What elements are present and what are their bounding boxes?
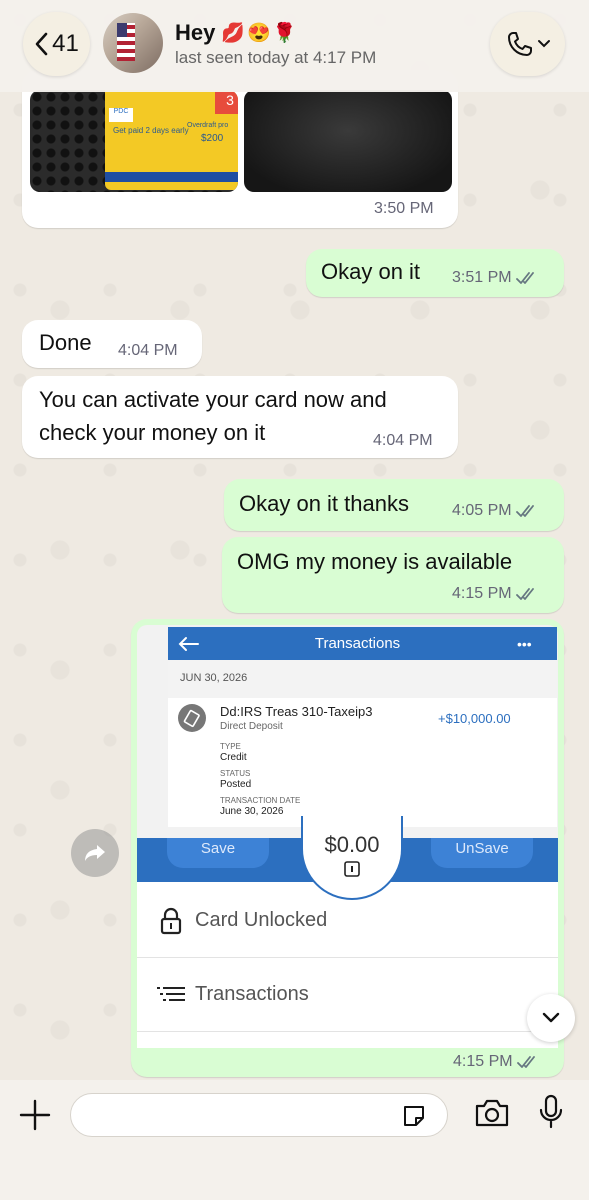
date-value: June 30, 2026 [220, 806, 284, 817]
transactions-row[interactable]: Transactions [137, 958, 558, 1032]
forward-icon [85, 845, 105, 861]
chat-header: 41 Hey 💋😍🌹 last seen today at 4:17 PM [0, 0, 589, 92]
message-bubble-outgoing[interactable]: OMG my money is available 4:15 PM [222, 537, 564, 613]
message-text: Okay on it thanks [239, 491, 409, 516]
save-pill: Save [167, 838, 269, 868]
last-seen-status: last seen today at 4:17 PM [175, 48, 377, 67]
scroll-to-bottom-button[interactable] [527, 994, 575, 1042]
phone-icon [507, 32, 532, 56]
status-label: STATUS [220, 769, 251, 778]
message-bubble-outgoing[interactable]: Okay on it thanks 4:05 PM [224, 479, 564, 531]
plus-icon [19, 1099, 51, 1131]
message-text-line-1: You can activate your card now and [39, 387, 387, 412]
type-label: TYPE [220, 742, 241, 751]
more-icon: ••• [517, 635, 532, 652]
double-check-icon [515, 588, 534, 600]
message-text: Done [39, 330, 92, 355]
message-bubble-incoming[interactable]: You can activate your card now and check… [22, 376, 458, 458]
txn-amount: +$10,000.00 [438, 711, 511, 726]
message-input[interactable] [70, 1093, 448, 1137]
date-header: JUN 30, 2026 [168, 660, 557, 698]
message-text: Okay on it [321, 259, 421, 284]
double-check-icon [516, 1056, 535, 1068]
card-paid-early: Get paid 2 days early [113, 126, 189, 135]
voice-button[interactable] [538, 1094, 564, 1135]
camera-icon [475, 1099, 509, 1127]
contact-emojis: 💋😍🌹 [221, 23, 299, 44]
chevron-down-icon [537, 40, 550, 48]
bank-title-bar: Transactions ••• [168, 627, 557, 660]
contact-name[interactable]: Hey 💋😍🌹 [175, 20, 298, 46]
card-unlocked-label: Card Unlocked [195, 909, 328, 931]
message-meta: 3:51 PM [452, 269, 538, 287]
card-strip [105, 172, 238, 182]
transactions-label: Transactions [195, 983, 309, 1005]
bank-title: Transactions [314, 635, 401, 652]
type-value: Credit [220, 752, 247, 763]
contact-name-text: Hey [175, 20, 216, 45]
chevron-down-icon [542, 1012, 560, 1023]
card-badge: 3 [215, 92, 238, 114]
card-overdraft: Overdraft pro [187, 122, 229, 129]
unsave-pill: UnSave [431, 838, 533, 868]
card-overdraft-amount: $200 [201, 133, 224, 144]
forward-button[interactable] [71, 829, 119, 877]
lock-small-icon [344, 861, 360, 877]
avatar[interactable] [103, 13, 163, 73]
attach-button[interactable] [18, 1098, 52, 1132]
message-time: 3:51 PM [452, 269, 512, 286]
date-label: TRANSACTION DATE [220, 796, 301, 805]
microphone-icon [539, 1094, 563, 1129]
message-time: 4:04 PM [373, 432, 433, 449]
message-time: 3:50 PM [374, 200, 434, 217]
sticker-icon[interactable] [401, 1103, 427, 1129]
txn-sub: Direct Deposit [220, 721, 283, 732]
message-meta: 4:05 PM [452, 502, 538, 520]
message-bubble-outgoing[interactable]: Okay on it 3:51 PM [306, 249, 564, 297]
double-check-icon [515, 505, 534, 517]
chevron-left-icon [35, 32, 48, 56]
message-time: 4:04 PM [118, 342, 178, 359]
photo-dark[interactable] [244, 90, 452, 192]
message-bubble-incoming[interactable]: Done 4:04 PM [22, 320, 202, 368]
message-text-line-2: check your money on it [39, 420, 266, 445]
call-button[interactable] [490, 12, 565, 76]
lock-icon [160, 907, 182, 934]
message-time: 4:15 PM [452, 585, 512, 602]
card-brand: PDC [109, 108, 133, 122]
balance-amount: $0.00 [324, 832, 380, 857]
deposit-icon [178, 704, 206, 732]
message-time: 4:05 PM [452, 502, 512, 519]
status-value: Posted [220, 779, 252, 790]
txn-name: Dd:IRS Treas 310-Taxeip3 [220, 704, 373, 719]
double-check-icon [515, 272, 534, 284]
card-unlocked-row[interactable]: Card Unlocked [137, 884, 558, 958]
message-composer [0, 1080, 589, 1200]
message-meta: 4:15 PM [452, 585, 538, 603]
flag-icon [117, 23, 135, 61]
unread-count: 41 [52, 30, 79, 57]
bank-transactions-screenshot[interactable]: Transactions ••• JUN 30, 2026 Dd:IRS Tre… [168, 627, 557, 827]
camera-button[interactable] [474, 1098, 510, 1133]
message-text: OMG my money is available [237, 549, 513, 574]
photo-card[interactable]: PDC Get paid 2 days early Overdraft pro … [30, 90, 238, 192]
message-meta: 4:15 PM [453, 1053, 539, 1071]
message-time: 4:15 PM [453, 1053, 513, 1070]
card-package: PDC Get paid 2 days early Overdraft pro … [105, 90, 238, 190]
message-bubble-incoming-image[interactable]: PDC Get paid 2 days early Overdraft pro … [22, 70, 458, 228]
list-icon [157, 986, 185, 1001]
arrow-left-icon [178, 636, 199, 651]
back-button[interactable]: 41 [23, 12, 90, 76]
